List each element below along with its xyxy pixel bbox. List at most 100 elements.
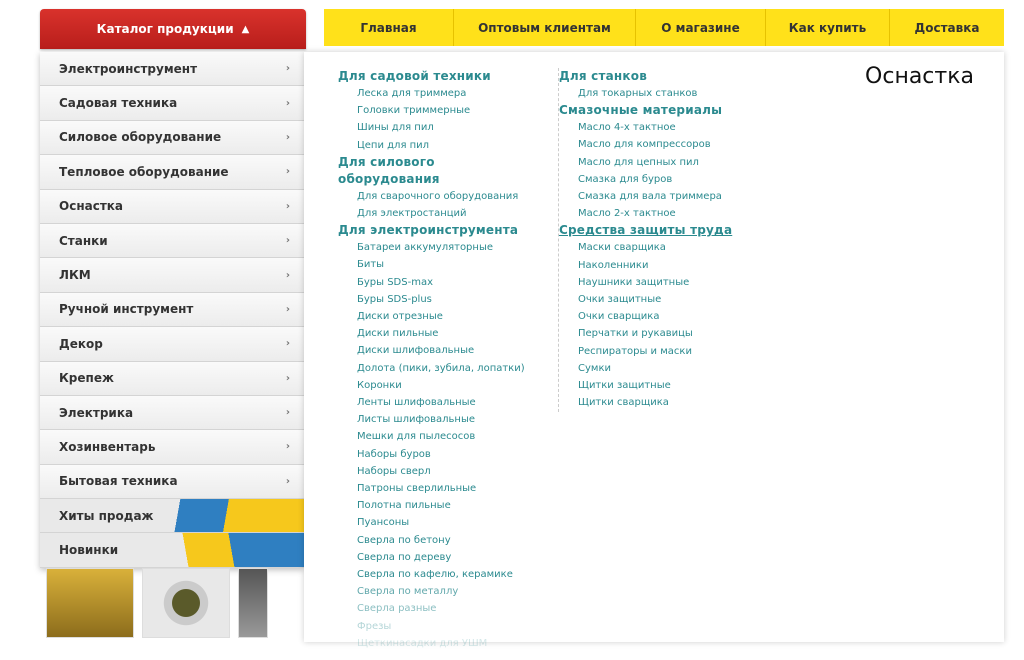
category-link[interactable]: Сумки	[559, 360, 778, 377]
sidebar-item[interactable]: Ручной инструмент ›	[40, 292, 304, 328]
category-link[interactable]: Смазка для буров	[559, 171, 778, 188]
nav-how-to-buy[interactable]: Как купить	[766, 9, 890, 46]
category-link[interactable]: Наушники защитные	[559, 274, 778, 291]
category-link[interactable]: Мешки для пылесосов	[338, 428, 538, 445]
sidebar-item-label: Электрика	[59, 405, 134, 420]
category-link[interactable]: Патроны сверлильные	[338, 480, 538, 497]
category-link[interactable]: Листы шлифовальные	[338, 411, 538, 428]
product-image-gloves[interactable]	[46, 568, 134, 638]
category-link[interactable]: Для электростанций	[338, 205, 538, 222]
category-link[interactable]: Сверла по металлу	[338, 583, 538, 600]
category-link[interactable]: Очки сварщика	[559, 308, 778, 325]
nav-home[interactable]: Главная	[324, 9, 454, 46]
category-link[interactable]: Диски пильные	[338, 325, 538, 342]
sidebar-item-label: Новинки	[59, 543, 119, 558]
category-link[interactable]: Диски отрезные	[338, 308, 538, 325]
category-link[interactable]: Смазка для вала триммера	[559, 188, 778, 205]
chevron-right-icon: ›	[285, 303, 290, 315]
category-group-title[interactable]: Для станков	[559, 68, 778, 85]
category-link[interactable]: Диски шлифовальные	[338, 342, 538, 359]
sidebar-item[interactable]: Крепеж ›	[40, 361, 304, 396]
category-link[interactable]: Щитки сварщика	[559, 394, 778, 411]
category-link[interactable]: Сверла по бетону	[338, 532, 538, 549]
category-column-1: Для садовой техники Леска для триммера Гол…	[338, 68, 538, 652]
category-link[interactable]: Сверла по дереву	[338, 549, 538, 566]
category-link[interactable]: Респираторы и маски	[559, 343, 778, 360]
sidebar-item[interactable]: Хозинвентарь ›	[40, 430, 304, 465]
sidebar-item-label: Хозинвентарь	[59, 439, 156, 454]
category-group-title[interactable]: Для силового оборудования	[338, 154, 538, 188]
sidebar-item[interactable]: Станки ›	[40, 223, 304, 259]
category-link[interactable]: Сверла по кафелю, керамике	[338, 566, 538, 583]
chevron-right-icon: ›	[285, 63, 290, 75]
category-link[interactable]: Для токарных станков	[559, 85, 778, 102]
sidebar-item-label: Бытовая техника	[59, 474, 178, 489]
category-link[interactable]: Буры SDS-max	[338, 274, 538, 291]
sidebar-item-label: Хиты продаж	[59, 508, 154, 523]
category-link[interactable]: Леска для триммера	[338, 85, 538, 102]
sidebar-item[interactable]: Оснастка ›	[40, 189, 304, 224]
category-link[interactable]: Фрезы	[338, 618, 538, 635]
sidebar-item[interactable]: Электрика ›	[40, 395, 304, 431]
category-link[interactable]: Наколенники	[559, 257, 778, 274]
panel-title: Оснастка	[865, 64, 974, 89]
catalog-button[interactable]: Каталог продукции ▲	[40, 9, 306, 49]
chevron-right-icon: ›	[285, 372, 290, 384]
category-link[interactable]: Масло 2-х тактное	[559, 205, 778, 222]
category-link[interactable]: Коронки	[338, 377, 538, 394]
chevron-right-icon: ›	[285, 166, 290, 178]
sidebar-item[interactable]: Бытовая техника ›	[40, 464, 304, 500]
category-link[interactable]: Цепи для пил	[338, 137, 538, 154]
category-column-2: Для станков Для токарных станков Смазочные…	[558, 68, 778, 412]
category-link[interactable]: Масло 4-х тактное	[559, 119, 778, 136]
category-link[interactable]: Наборы сверл	[338, 463, 538, 480]
sidebar-item[interactable]: Тепловое оборудование ›	[40, 155, 304, 190]
category-link[interactable]: Маски сварщика	[559, 239, 778, 256]
sidebar-menu: Электроинструмент › Садовая техника › Силово…	[40, 52, 304, 568]
sidebar-item-new[interactable]: Новинки	[40, 533, 304, 568]
nav-about[interactable]: О магазине	[636, 9, 766, 46]
chevron-right-icon: ›	[285, 200, 290, 212]
category-link[interactable]: Биты	[338, 256, 538, 273]
category-link[interactable]: Наборы буров	[338, 446, 538, 463]
nav-delivery[interactable]: Доставка	[890, 9, 1004, 46]
category-link[interactable]: Масло для компрессоров	[559, 136, 778, 153]
category-link[interactable]: Перчатки и рукавицы	[559, 325, 778, 342]
category-link[interactable]: Щитки защитные	[559, 377, 778, 394]
category-link[interactable]: Батареи аккумуляторные	[338, 239, 538, 256]
sidebar-item-bestsellers[interactable]: Хиты продаж	[40, 499, 304, 534]
category-group-title[interactable]: Смазочные материалы	[559, 102, 778, 119]
category-link[interactable]: Ленты шлифовальные	[338, 394, 538, 411]
nav-wholesale[interactable]: Оптовым клиентам	[454, 9, 636, 46]
category-link[interactable]: Щеткинасадки для УШМ	[338, 635, 538, 652]
product-image-tool[interactable]	[238, 568, 268, 638]
sidebar-item-label: Декор	[59, 336, 103, 351]
category-link[interactable]: Для сварочного оборудования	[338, 188, 538, 205]
category-link[interactable]: Буры SDS-plus	[338, 291, 538, 308]
sidebar-item[interactable]: Садовая техника ›	[40, 86, 304, 121]
category-link[interactable]: Долота (пики, зубила, лопатки)	[338, 360, 538, 377]
category-link[interactable]: Полотна пильные	[338, 497, 538, 514]
sidebar-item[interactable]: Декор ›	[40, 327, 304, 362]
chevron-right-icon: ›	[285, 441, 290, 453]
category-group-title[interactable]: Для электроинструмента	[338, 222, 538, 239]
chevron-right-icon: ›	[285, 338, 290, 350]
category-link[interactable]: Сверла разные	[338, 600, 538, 617]
sidebar-item-label: Тепловое оборудование	[59, 164, 229, 179]
sidebar-item[interactable]: ЛКМ ›	[40, 258, 304, 293]
chevron-right-icon: ›	[285, 235, 290, 247]
category-group-title[interactable]: Средства защиты труда	[559, 222, 778, 239]
sidebar-item[interactable]: Электроинструмент ›	[40, 52, 304, 87]
category-link[interactable]: Очки защитные	[559, 291, 778, 308]
sidebar-item-label: Ручной инструмент	[59, 302, 194, 317]
sidebar-item-label: Оснастка	[59, 199, 124, 214]
product-image-trimmer-line[interactable]	[142, 568, 230, 638]
category-link[interactable]: Шины для пил	[338, 119, 538, 136]
category-group-title[interactable]: Для садовой техники	[338, 68, 538, 85]
category-link[interactable]: Пуансоны	[338, 514, 538, 531]
category-link[interactable]: Головки триммерные	[338, 102, 538, 119]
category-link[interactable]: Масло для цепных пил	[559, 154, 778, 171]
top-nav: Главная Оптовым клиентам О магазине Как …	[324, 9, 1004, 46]
sidebar-item[interactable]: Силовое оборудование ›	[40, 120, 304, 156]
sidebar-item-label: Силовое оборудование	[59, 130, 222, 145]
